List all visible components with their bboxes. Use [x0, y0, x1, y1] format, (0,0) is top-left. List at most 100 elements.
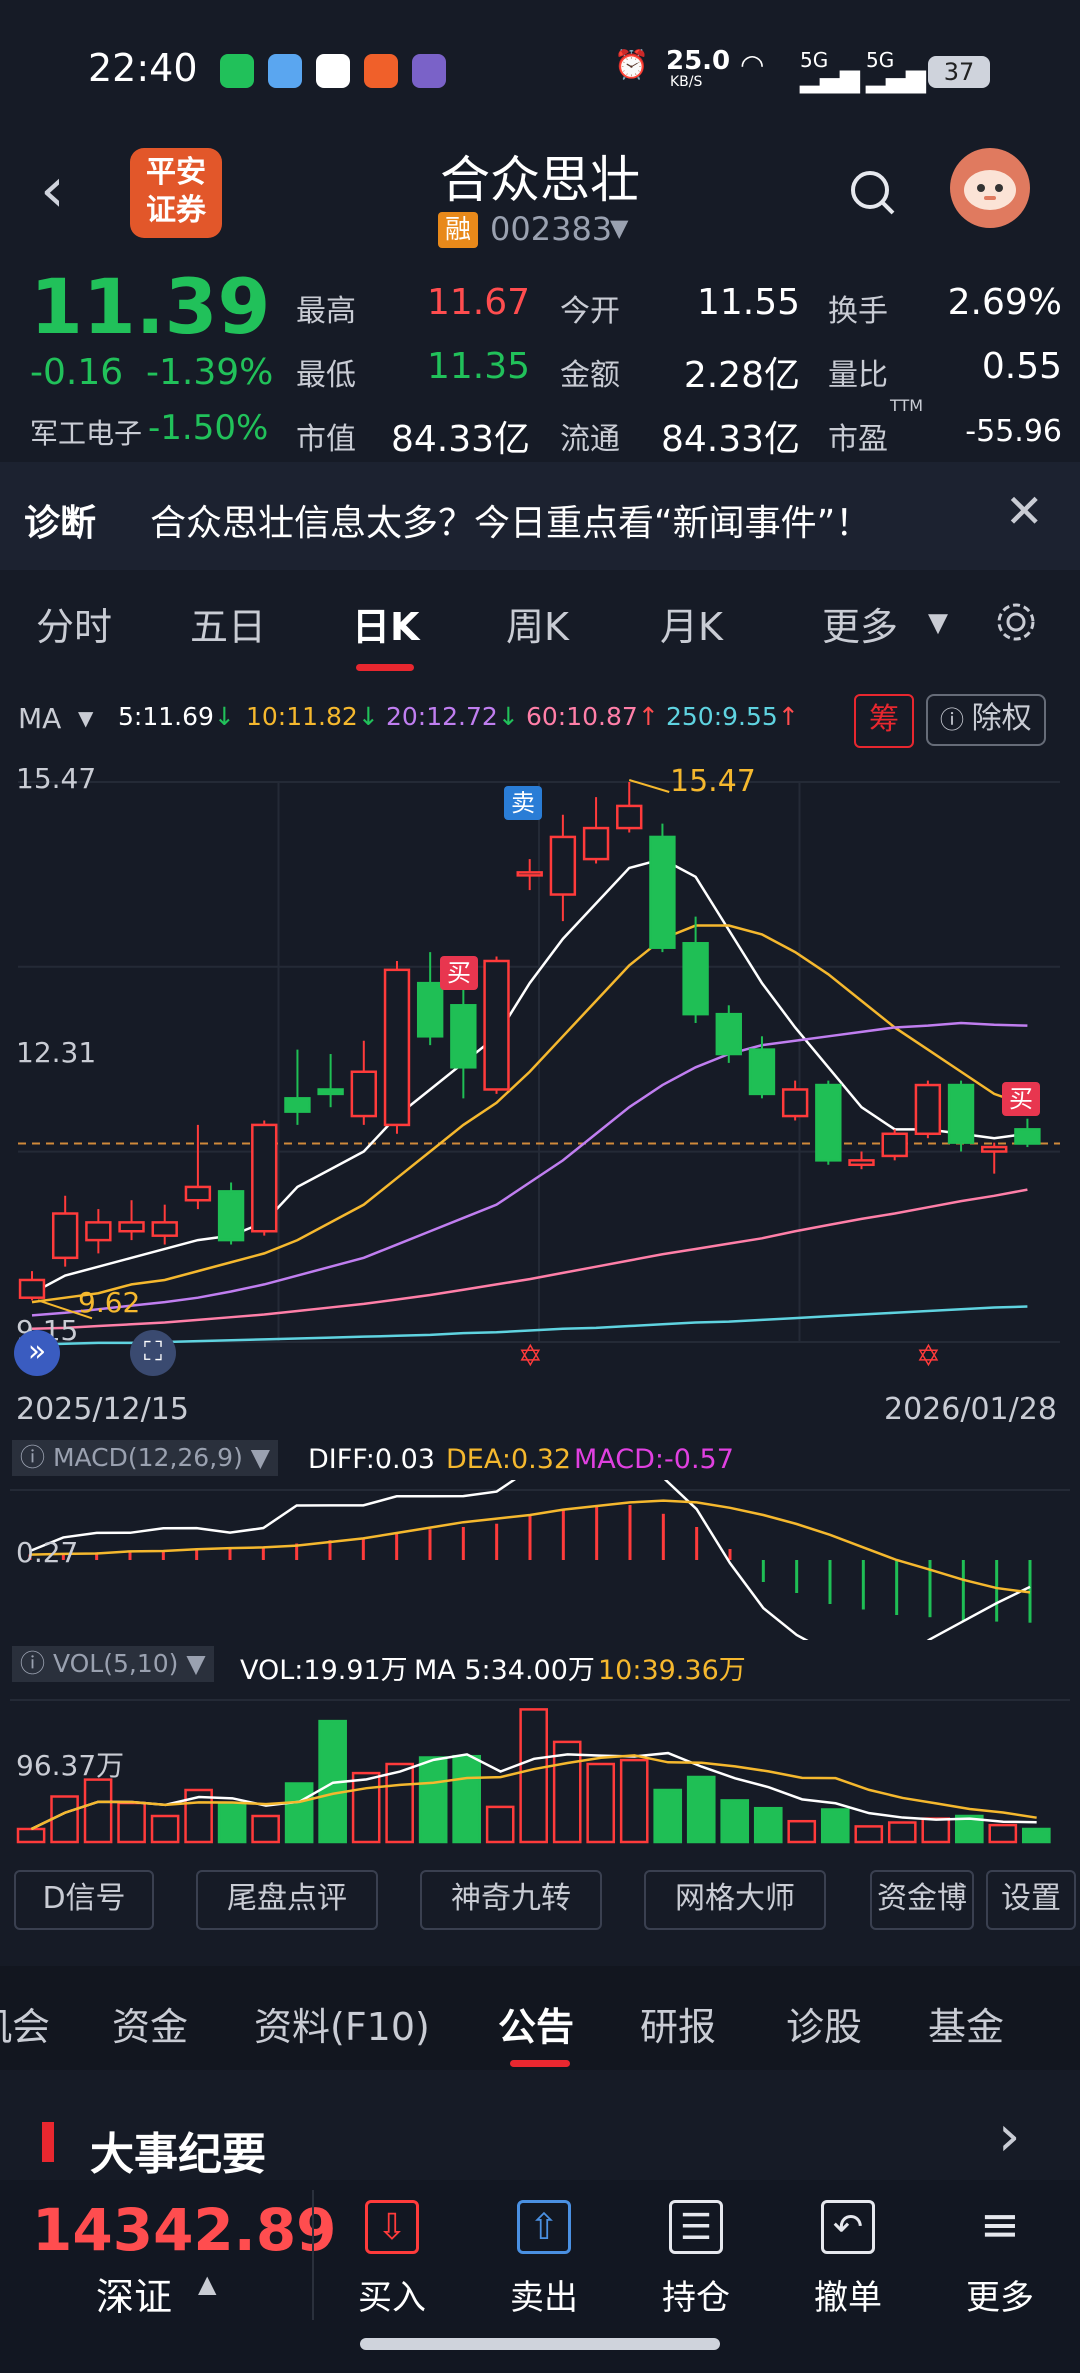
signal-button[interactable]: 尾盘点评	[196, 1870, 378, 1930]
volume-bar	[787, 1819, 817, 1844]
y-axis-mid: 12.31	[16, 1036, 97, 1069]
volume-bar	[452, 1754, 481, 1844]
macd-selector[interactable]: ⓘ MACD(12,26,9) ▼	[12, 1440, 279, 1476]
info-tab[interactable]: 研报	[640, 1996, 716, 2051]
candle	[582, 797, 610, 864]
expand-icon[interactable]: »	[14, 1330, 60, 1376]
chevron-down-icon[interactable]: ▼	[78, 706, 93, 730]
y-axis-max: 15.47	[16, 762, 97, 795]
info-tab[interactable]: 资料(F10)	[254, 1996, 430, 2051]
ttm-label: TTM	[890, 396, 924, 415]
sector-change[interactable]: -1.50%	[148, 408, 268, 448]
candle	[616, 782, 643, 833]
fullscreen-icon[interactable]: ⛶	[130, 1330, 176, 1376]
toolbar-action[interactable]: 持仓	[636, 2270, 756, 2319]
broker-logo: 平安 证券	[130, 148, 222, 238]
vol-selector[interactable]: ⓘ VOL(5,10) ▼	[12, 1646, 214, 1682]
toolbar-action[interactable]: 买入	[332, 2270, 452, 2319]
candle	[317, 1054, 344, 1108]
home-indicator[interactable]	[360, 2338, 720, 2350]
info-icon: ⓘ	[20, 1649, 53, 1678]
sell-signal[interactable]: 卖	[504, 786, 542, 820]
buy-icon[interactable]: ⇩	[365, 2200, 419, 2254]
close-icon[interactable]: ✕	[1005, 484, 1044, 538]
candle	[914, 1080, 942, 1139]
exright-label: 除权	[971, 701, 1032, 736]
quote-field-value: -55.96	[965, 414, 1062, 449]
logo-line: 证券	[146, 193, 206, 228]
toolbar-action[interactable]: 撤单	[788, 2270, 908, 2319]
wechat-icon	[220, 54, 254, 88]
tab-1[interactable]: 五日	[190, 596, 266, 651]
active-tab-indicator	[510, 2060, 570, 2067]
high-price-label: 15.47	[670, 764, 756, 799]
chevron-down-icon[interactable]: ▼	[610, 214, 628, 242]
chevron-right-icon[interactable]: ›	[998, 2104, 1020, 2169]
macd-dea: DEA:0.32	[446, 1444, 572, 1475]
events-title: 大事纪要	[90, 2129, 266, 2180]
chevron-down-icon[interactable]: ▼	[928, 608, 948, 638]
event-star-icon[interactable]: ✡	[518, 1339, 543, 1374]
quote-field-label: 今开	[560, 294, 620, 329]
chevron-up-icon[interactable]: ▲	[198, 2270, 216, 2298]
assistant-icon	[964, 170, 1016, 210]
menu-icon[interactable]: ≡	[973, 2200, 1027, 2254]
tab-0[interactable]: 分时	[36, 596, 112, 651]
buy-signal[interactable]: 买	[440, 956, 478, 990]
sector-name[interactable]: 军工电子	[30, 412, 142, 452]
signal-button[interactable]: D信号	[14, 1870, 154, 1930]
macd-chart[interactable]	[0, 1480, 1080, 1640]
app-icon	[412, 54, 446, 88]
holdings-icon[interactable]: ☰	[669, 2200, 723, 2254]
sell-icon[interactable]: ⇧	[517, 2200, 571, 2254]
tab-4[interactable]: 月K	[660, 596, 723, 651]
wifi-icon: ◠	[740, 48, 765, 81]
signal-button[interactable]: 网格大师	[644, 1870, 826, 1930]
signal-button[interactable]: 神奇九转	[420, 1870, 602, 1930]
logo-line: 平安	[146, 155, 206, 190]
ma-value: 20:12.72↓	[386, 702, 519, 731]
quote-field-label: 换手	[828, 294, 888, 329]
index-value[interactable]: 14342.89	[32, 2196, 337, 2264]
diagnosis-text[interactable]: 合众思壮信息太多？今日重点看“新闻事件”！	[150, 494, 871, 546]
info-tab[interactable]: 基金	[928, 1996, 1004, 2051]
vol-axis: 96.37万	[16, 1749, 125, 1782]
ma-label[interactable]: MA	[18, 702, 61, 735]
volume-bar	[921, 1817, 951, 1844]
tab-5[interactable]: 更多	[822, 596, 898, 651]
search-icon[interactable]	[848, 168, 896, 216]
buy-signal[interactable]: 买	[1002, 1082, 1040, 1116]
info-tab[interactable]: 诊股	[786, 1996, 862, 2051]
info-tab[interactable]: 资金	[112, 1996, 188, 2051]
low-price-label: 9.62	[78, 1286, 141, 1319]
info-tab[interactable]: 机会	[0, 1996, 50, 2051]
stock-name: 合众思壮	[440, 151, 640, 209]
signal-button[interactable]: 资金博	[870, 1870, 974, 1930]
event-star-icon[interactable]: ✡	[916, 1339, 941, 1374]
chip-distribution-button[interactable]: 筹	[854, 694, 914, 748]
back-icon[interactable]: ‹	[40, 159, 65, 221]
signal-button[interactable]: 设置	[986, 1870, 1076, 1930]
kline-chart[interactable]: ✡ ✡	[0, 760, 1080, 1380]
trend-arrow-icon: ↓	[497, 702, 519, 731]
toolbar-action[interactable]: 卖出	[484, 2270, 604, 2319]
avatar[interactable]	[950, 148, 1030, 228]
toolbar-action[interactable]: 更多	[940, 2270, 1060, 2319]
tab-3[interactable]: 周K	[506, 596, 569, 651]
ma-line-ma60	[31, 1188, 1028, 1330]
index-name[interactable]: 深证	[96, 2266, 172, 2321]
last-price: 11.39	[30, 262, 271, 351]
ma-value-text: 10:11.82	[246, 702, 358, 731]
tab-2[interactable]: 日K	[352, 596, 419, 651]
quote-field-value: 11.55	[696, 282, 800, 323]
info-tab[interactable]: 公告	[498, 1996, 574, 2051]
gear-icon[interactable]	[992, 598, 1040, 646]
exright-button[interactable]: ⓘ 除权	[926, 694, 1046, 746]
cancel-order-icon[interactable]: ↶	[821, 2200, 875, 2254]
vol-ma5: MA 5:34.00万	[414, 1655, 595, 1686]
candle	[383, 960, 411, 1134]
volume-bar	[519, 1708, 549, 1844]
ma-line-ma20	[31, 1021, 1028, 1317]
volume-chart[interactable]	[0, 1690, 1080, 1850]
stock-code[interactable]: 002383	[490, 210, 612, 248]
